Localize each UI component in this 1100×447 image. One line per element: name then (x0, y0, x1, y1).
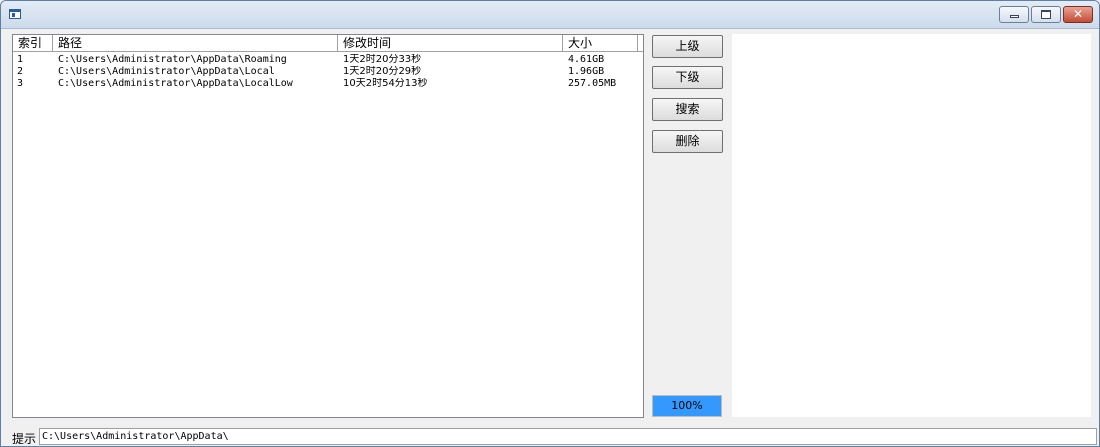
close-button[interactable]: ✕ (1063, 6, 1093, 23)
row-path: C:\Users\Administrator\AppData\Roaming (58, 54, 287, 65)
row-path: C:\Users\Administrator\AppData\LocalLow (58, 78, 293, 89)
maximize-icon (1041, 10, 1051, 19)
row-modified: 10天2时54分13秒 (343, 78, 428, 89)
maximize-button[interactable] (1031, 6, 1061, 23)
status-bar: 提示 C:\Users\Administrator\AppData\ (1, 426, 1099, 446)
row-path: C:\Users\Administrator\AppData\Local (58, 66, 275, 77)
row-modified: 1天2时20分33秒 (343, 54, 422, 65)
title-bar[interactable]: ✕ (1, 1, 1099, 29)
row-size: 4.61GB (568, 54, 605, 65)
app-window-icon[interactable] (9, 9, 21, 19)
table-row[interactable]: 3 C:\Users\Administrator\AppData\LocalLo… (13, 78, 643, 90)
column-header-modified[interactable]: 修改时间 (338, 35, 563, 51)
column-header-size[interactable]: 大小 (563, 35, 638, 51)
parent-dir-button[interactable]: 上级 (652, 35, 723, 58)
child-dir-button[interactable]: 下级 (652, 66, 723, 89)
directory-list[interactable]: 索引 路径 修改时间 大小 1 C:\Users\Administrator\A… (12, 34, 644, 418)
column-header-path[interactable]: 路径 (53, 35, 338, 51)
table-row[interactable]: 2 C:\Users\Administrator\AppData\Local 1… (13, 66, 643, 78)
row-index: 2 (17, 66, 24, 77)
progress-bar: 100% (652, 395, 722, 417)
row-size: 1.96GB (568, 66, 605, 77)
delete-button[interactable]: 删除 (652, 130, 723, 153)
minimize-icon (1010, 15, 1019, 18)
minimize-button[interactable] (999, 6, 1029, 23)
preview-panel (732, 34, 1091, 417)
app-window: ✕ 索引 路径 修改时间 大小 1 C:\Users\Administrator… (0, 0, 1100, 447)
row-modified: 1天2时20分29秒 (343, 66, 422, 77)
row-size: 257.05MB (568, 78, 617, 89)
row-index: 3 (17, 78, 24, 89)
progress-label: 100% (671, 399, 703, 412)
status-path-field[interactable]: C:\Users\Administrator\AppData\ (39, 428, 1097, 445)
search-button[interactable]: 搜索 (652, 98, 723, 121)
status-label: 提示 (12, 432, 37, 446)
column-header-index[interactable]: 索引 (13, 35, 53, 51)
list-header: 索引 路径 修改时间 大小 (13, 35, 643, 52)
row-index: 1 (17, 54, 24, 65)
table-row[interactable]: 1 C:\Users\Administrator\AppData\Roaming… (13, 54, 643, 66)
close-icon: ✕ (1072, 7, 1084, 21)
